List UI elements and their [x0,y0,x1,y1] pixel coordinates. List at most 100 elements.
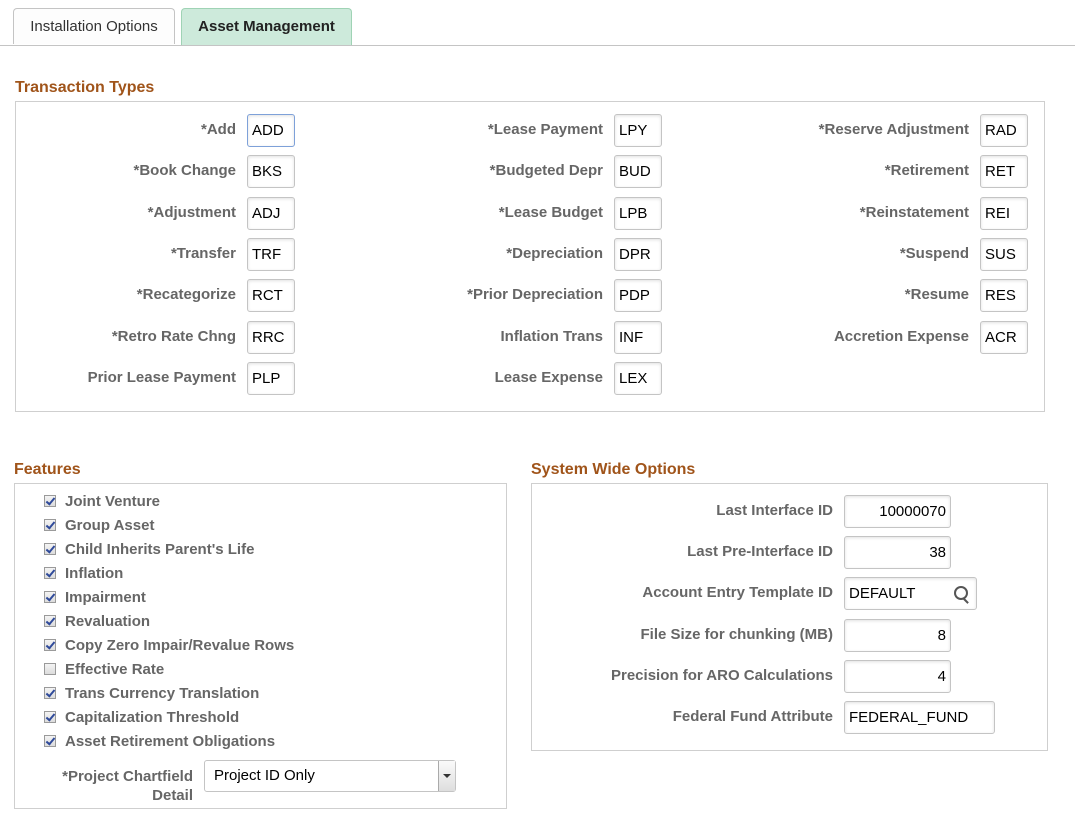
system-option-label: Account Entry Template ID [642,584,833,601]
transaction-type-label: *Lease Budget [498,204,603,221]
feature-checkbox-row[interactable]: Trans Currency Translation [44,682,259,704]
dropdown-arrow-icon[interactable] [438,761,455,791]
system-option-input[interactable]: DEFAULT [844,577,977,610]
system-option-label: File Size for chunking (MB) [640,626,833,643]
transaction-type-label: Accretion Expense [833,328,969,345]
transaction-type-input[interactable]: ACR [980,321,1028,354]
checkbox-checked-icon[interactable] [44,543,56,555]
features-title: Features [14,461,81,478]
system-option-input[interactable]: 8 [844,619,951,652]
system-option-value: 8 [937,627,946,644]
transaction-type-label: *Resume [904,286,969,303]
checkbox-checked-icon[interactable] [44,495,56,507]
system-option-label: Precision for ARO Calculations [611,667,833,684]
feature-checkbox-row[interactable]: Effective Rate [44,658,164,680]
system-option-value: 10000070 [879,503,946,520]
system-option-label: Last Pre-Interface ID [687,543,833,560]
transaction-type-label: *Book Change [133,162,236,179]
transaction-type-label: *Retirement [884,162,969,179]
transaction-type-input[interactable]: LPY [614,114,662,147]
transaction-type-input[interactable]: LEX [614,362,662,395]
project-chartfield-label-line1: *Project Chartfield [62,768,193,785]
feature-label: Effective Rate [65,660,165,678]
transaction-type-label: *Prior Depreciation [467,286,603,303]
transaction-type-input[interactable]: INF [614,321,662,354]
feature-checkbox-row[interactable]: Child Inherits Parent's Life [44,538,254,560]
feature-checkbox-row[interactable]: Joint Venture [44,490,160,512]
transaction-type-input[interactable]: SUS [980,238,1028,271]
feature-label: Asset Retirement Obligations [65,732,276,750]
system-option-label: Last Interface ID [716,502,833,519]
transaction-type-label: Prior Lease Payment [87,369,236,386]
search-icon[interactable] [954,586,968,600]
system-option-input[interactable]: 38 [844,536,951,569]
checkbox-checked-icon[interactable] [44,615,56,627]
feature-label: Copy Zero Impair/Revalue Rows [65,636,295,654]
transaction-type-label: *Retro Rate Chng [111,328,236,345]
project-chartfield-label-line2: Detail [152,787,193,804]
transaction-type-input[interactable]: RCT [247,279,295,312]
checkbox-checked-icon[interactable] [44,735,56,747]
feature-checkbox-row[interactable]: Group Asset [44,514,154,536]
transaction-type-label: Inflation Trans [500,328,603,345]
checkbox-checked-icon[interactable] [44,591,56,603]
checkbox-checked-icon[interactable] [44,687,56,699]
feature-label: Inflation [65,564,124,582]
transaction-type-input[interactable]: ADD [247,114,295,147]
tab-bar: Installation Options Asset Management [0,0,1075,46]
transaction-type-input[interactable]: LPB [614,197,662,230]
transaction-type-input[interactable]: DPR [614,238,662,271]
feature-checkbox-row[interactable]: Inflation [44,562,123,584]
transaction-type-input[interactable]: ADJ [247,197,295,230]
transaction-type-label: *Depreciation [506,245,603,262]
feature-label: Trans Currency Translation [65,684,260,702]
tab-asset-management[interactable]: Asset Management [181,8,352,45]
transaction-type-input[interactable]: BUD [614,155,662,188]
checkbox-checked-icon[interactable] [44,711,56,723]
feature-checkbox-row[interactable]: Copy Zero Impair/Revalue Rows [44,634,294,656]
transaction-type-label: *Recategorize [136,286,236,303]
transaction-type-label: *Adjustment [147,204,236,221]
project-chartfield-label: *Project Chartfield Detail [40,767,193,805]
transaction-type-input[interactable]: TRF [247,238,295,271]
transaction-type-input[interactable]: RRC [247,321,295,354]
transaction-type-input[interactable]: REI [980,197,1028,230]
transaction-types-title: Transaction Types [15,79,155,96]
checkbox-unchecked-icon[interactable] [44,663,56,675]
transaction-type-label: *Reinstatement [859,204,969,221]
transaction-type-input[interactable]: RET [980,155,1028,188]
transaction-type-label: Lease Expense [494,369,603,386]
feature-checkbox-row[interactable]: Asset Retirement Obligations [44,730,275,752]
feature-label: Joint Venture [65,492,161,510]
checkbox-checked-icon[interactable] [44,567,56,579]
transaction-type-input[interactable]: PDP [614,279,662,312]
system-option-input[interactable]: 10000070 [844,495,951,528]
feature-checkbox-row[interactable]: Impairment [44,586,146,608]
transaction-type-input[interactable]: RAD [980,114,1028,147]
transaction-type-label: *Reserve Adjustment [818,121,969,138]
feature-checkbox-row[interactable]: Capitalization Threshold [44,706,239,728]
transaction-type-label: *Suspend [899,245,969,262]
feature-checkbox-row[interactable]: Revaluation [44,610,150,632]
system-wide-title: System Wide Options [531,461,696,478]
system-option-input[interactable]: FEDERAL_FUND [844,701,995,734]
system-option-value: 38 [929,544,946,561]
feature-label: Impairment [65,588,146,606]
project-chartfield-selected: Project ID Only [214,767,315,784]
transaction-type-label: *Add [201,121,236,138]
system-option-input[interactable]: 4 [844,660,951,693]
transaction-type-input[interactable]: PLP [247,362,295,395]
tab-installation-options[interactable]: Installation Options [13,8,175,44]
transaction-type-input[interactable]: BKS [247,155,295,188]
transaction-type-input[interactable]: RES [980,279,1028,312]
project-chartfield-select[interactable]: Project ID Only [204,760,456,792]
system-option-value: DEFAULT [849,585,916,602]
system-option-value: FEDERAL_FUND [849,709,969,726]
transaction-type-label: *Budgeted Depr [489,162,603,179]
checkbox-checked-icon[interactable] [44,519,56,531]
checkbox-checked-icon[interactable] [44,639,56,651]
transaction-type-label: *Transfer [170,245,236,262]
feature-label: Child Inherits Parent's Life [65,540,255,558]
system-option-label: Federal Fund Attribute [672,708,833,725]
transaction-type-label: *Lease Payment [487,121,603,138]
